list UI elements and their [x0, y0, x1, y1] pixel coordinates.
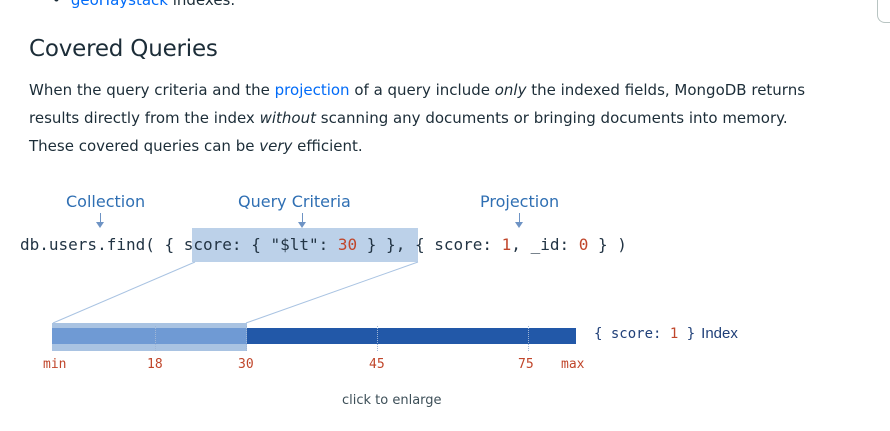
axis-label-min: min [43, 357, 67, 372]
click-to-enlarge-caption[interactable]: click to enlarge [342, 393, 442, 408]
right-projection-line [245, 261, 419, 324]
tick-mark [246, 326, 247, 351]
index-spec-text: { score: [594, 326, 670, 342]
axis-label-30: 30 [238, 357, 254, 372]
tick-mark [155, 326, 156, 351]
tick-mark [377, 326, 378, 351]
left-projection-line [52, 261, 196, 324]
tick-mark [528, 326, 529, 351]
matched-index-range [52, 328, 247, 344]
axis-label-75: 75 [518, 357, 534, 372]
axis-label-max: max [561, 357, 585, 372]
axis-label-18: 18 [147, 357, 163, 372]
index-spec-text: } [678, 326, 696, 342]
projection-lines [52, 261, 419, 324]
axis-label-45: 45 [369, 357, 385, 372]
index-name: Index [701, 325, 738, 342]
index-label: { score: 1 } Index [594, 325, 738, 342]
